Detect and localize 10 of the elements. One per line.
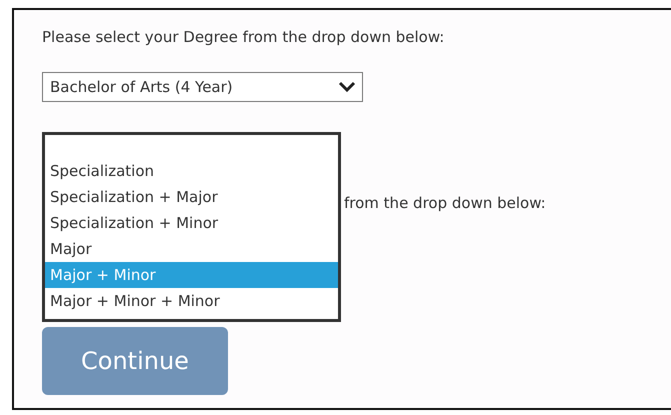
degree-select[interactable]: Bachelor of Arts (4 Year) bbox=[42, 72, 363, 102]
list-option[interactable]: Specialization + Minor bbox=[45, 210, 338, 236]
list-option[interactable]: Major + Minor + Minor bbox=[45, 288, 338, 314]
list-option[interactable]: Specialization + Major bbox=[45, 184, 338, 210]
degree-prompt: Please select your Degree from the drop down below: bbox=[42, 27, 446, 47]
list-option[interactable]: Specialization bbox=[45, 158, 338, 184]
program-list-menu[interactable]: Specialization Specialization + Major Specialization + Minor Major Major + Minor Major + Minor + Minor bbox=[42, 132, 341, 322]
program-prompt: from the drop down below: bbox=[344, 193, 547, 213]
list-option[interactable]: Major bbox=[45, 236, 338, 262]
caret-icon bbox=[338, 81, 356, 93]
